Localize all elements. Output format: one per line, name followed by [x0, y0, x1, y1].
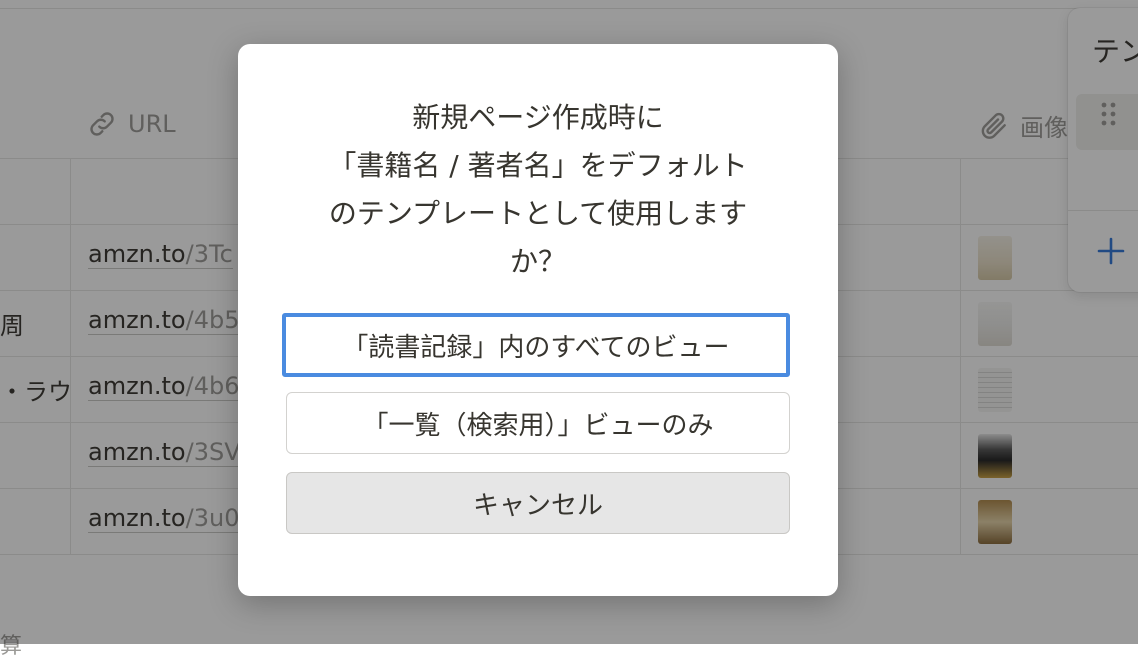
- all-views-button[interactable]: 「読書記録」内のすべてのビュー: [282, 313, 790, 377]
- dialog-message: 新規ページ作成時に 「書籍名 / 著者名」をデフォルト のテンプレートとして使用…: [278, 94, 798, 286]
- cancel-button[interactable]: キャンセル: [286, 472, 790, 534]
- dialog-message-line: か？: [509, 245, 566, 278]
- all-views-button-label: 「読書記録」内のすべてのビュー: [342, 332, 730, 363]
- cancel-button-label: キャンセル: [472, 490, 603, 521]
- dialog-message-line: のテンプレートとして使用します: [328, 197, 748, 230]
- dialog-message-line: 新規ページ作成時に: [412, 101, 664, 134]
- single-view-button[interactable]: 「一覧（検索用）」ビューのみ: [286, 392, 790, 454]
- single-view-button-label: 「一覧（検索用）」ビューのみ: [362, 410, 714, 441]
- dialog-message-line: 「書籍名 / 著者名」をデフォルト: [328, 149, 748, 182]
- default-template-dialog: 新規ページ作成時に 「書籍名 / 著者名」をデフォルト のテンプレートとして使用…: [238, 44, 838, 596]
